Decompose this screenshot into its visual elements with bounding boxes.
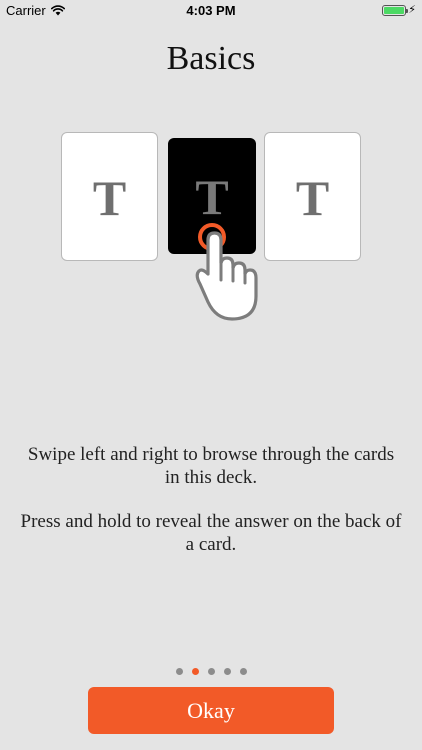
page-dot-active[interactable] — [191, 668, 199, 675]
status-bar: Carrier 4:03 PM ⚡︎ — [0, 0, 422, 22]
battery-indicator: ⚡︎ — [382, 5, 416, 16]
okay-button[interactable]: Okay — [88, 687, 334, 734]
page-dot[interactable] — [175, 668, 183, 675]
hold-instruction: Press and hold to reveal the answer on t… — [20, 511, 402, 555]
battery-icon — [382, 5, 409, 16]
card-next: T — [264, 132, 361, 261]
instructions: Swipe left and right to browse through t… — [20, 443, 402, 577]
card-previous: T — [61, 132, 158, 261]
hand-press-icon — [195, 223, 258, 321]
battery-fill — [384, 7, 405, 14]
card-letter: T — [295, 169, 330, 226]
page-dot[interactable] — [223, 668, 231, 675]
page-title: Basics — [166, 40, 256, 77]
status-time: 4:03 PM — [186, 3, 236, 18]
page-indicator[interactable] — [0, 668, 422, 675]
swipe-instruction: Swipe left and right to browse through t… — [27, 444, 395, 488]
card-letter: T — [92, 169, 127, 226]
page-dot[interactable] — [239, 668, 247, 675]
bolt-icon: ⚡︎ — [408, 4, 416, 16]
page-dot[interactable] — [207, 668, 215, 675]
